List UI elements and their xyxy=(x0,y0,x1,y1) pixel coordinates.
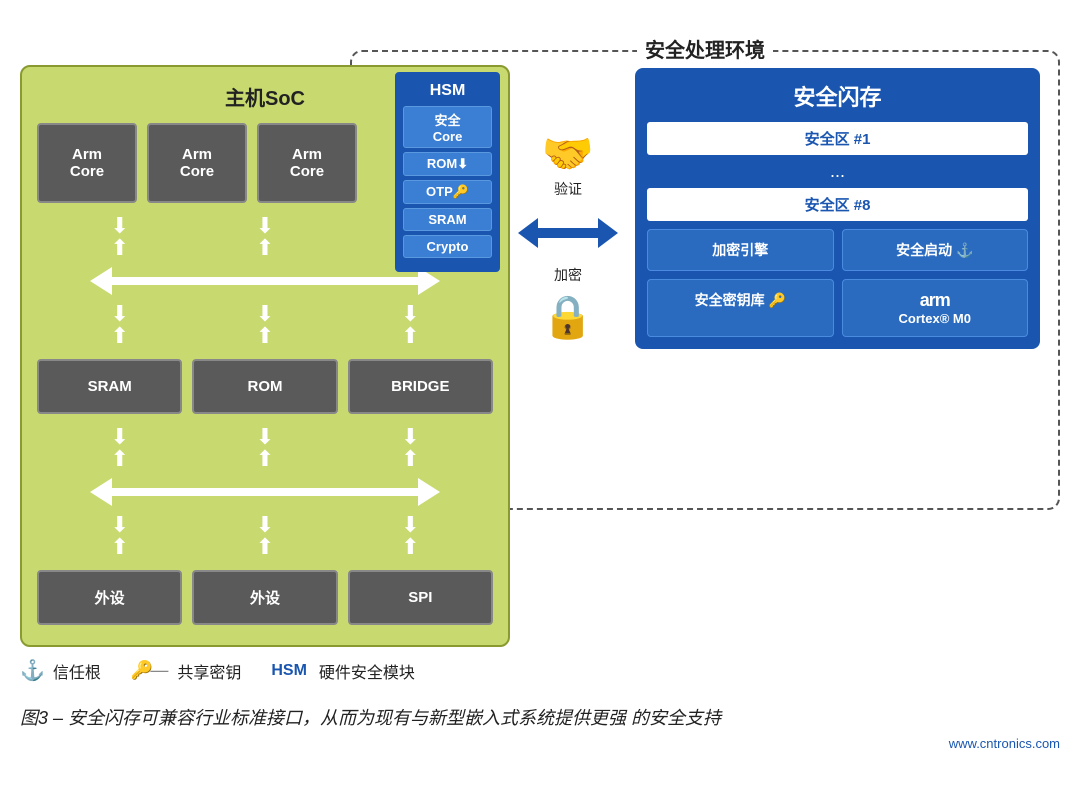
arm-core-3: ArmCore xyxy=(257,123,357,203)
secure-boot: 安全启动 ⚓ xyxy=(842,229,1029,271)
hsm-rom: ROM⬇ xyxy=(403,152,492,176)
handshake-icon: 🤝 xyxy=(542,130,594,179)
legend-area: ⚓ 信任根 🔑— 共享密钥 HSM 硬件安全模块 xyxy=(20,648,1060,693)
website-url: www.cntronics.com xyxy=(20,736,1060,751)
legend-hsm-item: HSM 硬件安全模块 xyxy=(271,659,415,683)
vert-arrows-row-3: ⬇ ⬆ ⬇ ⬆ ⬇ ⬆ xyxy=(37,422,493,474)
hsm-legend-desc: 硬件安全模块 xyxy=(319,659,415,683)
diagram-wrapper: 安全处理环境 主机SoC ArmCore ArmCore ArmCore ⬇ ⬆… xyxy=(20,20,1060,640)
hsm-crypto: Crypto xyxy=(403,235,492,258)
rom-box: ROM xyxy=(192,359,337,414)
vert-arrow-7: ⬇ ⬆ xyxy=(110,426,128,470)
h-arrow-svg-2 xyxy=(90,478,440,506)
vert-arrow-12: ⬇ ⬆ xyxy=(401,514,419,558)
key-label: 共享密钥 xyxy=(177,659,241,683)
memory-row: SRAM ROM BRIDGE xyxy=(37,359,493,414)
arm-cortex-m0: arm Cortex® M0 xyxy=(842,279,1029,337)
arm-core-2: ArmCore xyxy=(147,123,247,203)
verify-label: 验证 xyxy=(554,179,582,199)
caption: 图3 – 安全闪存可兼容行业标准接口，从而为现有与新型嵌入式系统提供更强 的安全… xyxy=(20,705,1060,732)
spi-box: SPI xyxy=(348,570,493,625)
arm-core-1: ArmCore xyxy=(37,123,137,203)
vert-arrows-row-2: ⬇ ⬆ ⬇ ⬆ ⬇ ⬆ xyxy=(37,299,493,351)
anchor-label: 信任根 xyxy=(53,659,101,683)
crypto-engine: 加密引擎 xyxy=(647,229,834,271)
secure-keystore: 安全密钥库 🔑 xyxy=(647,279,834,337)
periph-1: 外设 xyxy=(37,570,182,625)
hsm-box: HSM 安全Core ROM⬇ OTP🔑 SRAM Crypto xyxy=(395,72,500,272)
hsm-sram: SRAM xyxy=(403,208,492,231)
legend-anchor-item: ⚓ 信任根 xyxy=(20,658,101,683)
vert-arrow-4: ⬇ ⬆ xyxy=(110,303,128,347)
zone-1-bar: 安全区 #1 xyxy=(647,122,1028,155)
zone-8-bar: 安全区 #8 xyxy=(647,188,1028,221)
h-arrow-2 xyxy=(37,474,493,510)
anchor-icon: ⚓ xyxy=(20,658,45,683)
vert-arrow-1: ⬇ ⬆ xyxy=(110,215,128,259)
secure-env-label: 安全处理环境 xyxy=(637,34,773,63)
middle-section: 🤝 验证 加密 🔒 xyxy=(508,130,628,342)
vert-arrow-10: ⬇ ⬆ xyxy=(110,514,128,558)
dots-row: ... xyxy=(647,161,1028,182)
vert-arrow-8: ⬇ ⬆ xyxy=(256,426,274,470)
encrypt-label: 加密 xyxy=(554,265,582,285)
sram-box: SRAM xyxy=(37,359,182,414)
bridge-box: BRIDGE xyxy=(348,359,493,414)
caption-text: 图3 – 安全闪存可兼容行业标准接口，从而为现有与新型嵌入式系统提供更强 的安全… xyxy=(20,708,721,728)
hsm-title: HSM xyxy=(403,82,492,100)
periph-row: 外设 外设 SPI xyxy=(37,570,493,625)
key-icon: 🔑— xyxy=(131,660,165,681)
secure-flash-box: 安全闪存 安全区 #1 ... 安全区 #8 加密引擎 安全启动 ⚓ 安全密钥库… xyxy=(635,68,1040,349)
hsm-legend-label: HSM xyxy=(271,662,307,680)
secure-grid: 加密引擎 安全启动 ⚓ 安全密钥库 🔑 arm Cortex® M0 xyxy=(647,229,1028,337)
vert-arrow-2: ⬇ ⬆ xyxy=(256,215,274,259)
main-container: 安全处理环境 主机SoC ArmCore ArmCore ArmCore ⬇ ⬆… xyxy=(20,20,1060,751)
vert-arrow-6: ⬇ ⬆ xyxy=(401,303,419,347)
secure-flash-title: 安全闪存 xyxy=(647,80,1028,112)
lock-icon: 🔒 xyxy=(542,293,594,342)
h-arrow-svg-1 xyxy=(90,267,440,295)
periph-2: 外设 xyxy=(192,570,337,625)
hsm-otp: OTP🔑 xyxy=(403,180,492,204)
hsm-secure-core: 安全Core xyxy=(403,106,492,148)
vert-arrow-5: ⬇ ⬆ xyxy=(256,303,274,347)
vert-arrows-row-4: ⬇ ⬆ ⬇ ⬆ ⬇ ⬆ xyxy=(37,510,493,562)
vert-arrow-9: ⬇ ⬆ xyxy=(401,426,419,470)
vert-arrow-11: ⬇ ⬆ xyxy=(256,514,274,558)
double-arrow-svg xyxy=(518,213,618,253)
legend-key-item: 🔑— 共享密钥 xyxy=(131,659,241,683)
